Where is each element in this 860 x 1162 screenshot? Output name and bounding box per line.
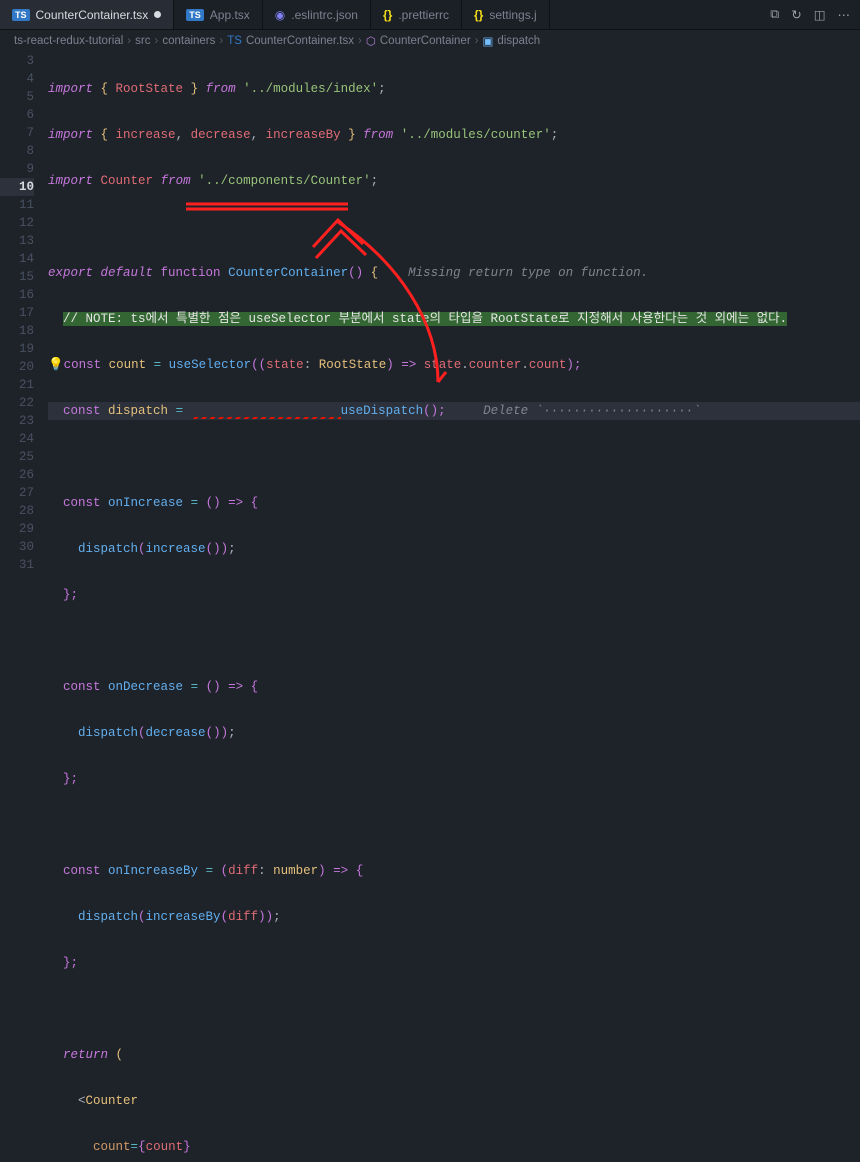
line-number: 4	[0, 70, 34, 88]
tab-label: settings.j	[489, 8, 536, 22]
code-line: export default function CounterContainer…	[48, 264, 860, 282]
typescript-badge-icon: TS	[12, 9, 30, 21]
line-number: 19	[0, 340, 34, 358]
code-line	[48, 448, 860, 466]
typescript-file-icon: TS	[227, 35, 242, 47]
tab-bar: TS CounterContainer.tsx TS App.tsx ◉ .es…	[0, 0, 860, 30]
line-number: 26	[0, 466, 34, 484]
code-line: // NOTE: ts에서 특별한 점은 useSelector 부분에서 st…	[48, 310, 860, 328]
line-number: 30	[0, 538, 34, 556]
line-number: 9	[0, 160, 34, 178]
code-line: import Counter from '../components/Count…	[48, 172, 860, 190]
code-line: };	[48, 586, 860, 604]
line-number: 10	[0, 178, 34, 196]
code-line: <Counter	[48, 1092, 860, 1110]
dirty-indicator-icon	[154, 11, 161, 18]
eslint-icon: ◉	[275, 8, 285, 22]
code-line: return (	[48, 1046, 860, 1064]
line-number: 22	[0, 394, 34, 412]
code-line: dispatch(increase());	[48, 540, 860, 558]
tab-settings[interactable]: {} settings.j	[462, 0, 550, 29]
code-line: dispatch(increaseBy(diff));	[48, 908, 860, 926]
code-line: };	[48, 770, 860, 788]
symbol-variable-icon: ▣	[483, 34, 494, 48]
tab-eslintrc[interactable]: ◉ .eslintrc.json	[263, 0, 371, 29]
line-number: 17	[0, 304, 34, 322]
code-line: import { RootState } from '../modules/in…	[48, 80, 860, 98]
line-number: 3	[0, 52, 34, 70]
line-number: 20	[0, 358, 34, 376]
line-number: 12	[0, 214, 34, 232]
line-number: 5	[0, 88, 34, 106]
line-number: 21	[0, 376, 34, 394]
line-number: 14	[0, 250, 34, 268]
editor-actions: ⧉ ↻ ◫ ⋯	[760, 0, 860, 29]
code-line: 💡const count = useSelector((state: RootS…	[48, 356, 860, 374]
line-number: 31	[0, 556, 34, 574]
more-actions-icon[interactable]: ⋯	[838, 7, 851, 22]
breadcrumb-item[interactable]: CounterContainer.tsx	[246, 35, 354, 47]
tab-label: CounterContainer.tsx	[36, 8, 149, 22]
breadcrumb: ts-react-redux-tutorial› src› containers…	[0, 30, 860, 52]
code-body[interactable]: import { RootState } from '../modules/in…	[48, 52, 860, 581]
tab-prettierrc[interactable]: {} .prettierrc	[371, 0, 462, 29]
breadcrumb-item[interactable]: ts-react-redux-tutorial	[14, 35, 123, 47]
symbol-function-icon: ⬡	[366, 34, 376, 48]
error-squiggle	[191, 402, 341, 420]
code-line: const onDecrease = () => {	[48, 678, 860, 696]
breadcrumb-item[interactable]: CounterContainer	[380, 35, 471, 47]
code-line: dispatch(decrease());	[48, 724, 860, 742]
line-number: 25	[0, 448, 34, 466]
code-line	[48, 632, 860, 650]
line-number: 27	[0, 484, 34, 502]
json-icon: {}	[474, 8, 483, 22]
line-number: 23	[0, 412, 34, 430]
line-number: 24	[0, 430, 34, 448]
line-number: 6	[0, 106, 34, 124]
tab-label: App.tsx	[210, 8, 250, 22]
code-line	[48, 816, 860, 834]
typescript-badge-icon: TS	[186, 9, 204, 21]
code-editor[interactable]: 3 4 5 6 7 8 9 10 11 12 13 14 15 16 17 18…	[0, 52, 860, 581]
line-number: 28	[0, 502, 34, 520]
inline-hint: Delete `····················`	[446, 404, 701, 418]
line-number: 13	[0, 232, 34, 250]
tab-label: .prettierrc	[398, 8, 449, 22]
line-number: 18	[0, 322, 34, 340]
line-number: 16	[0, 286, 34, 304]
code-line: const onIncrease = () => {	[48, 494, 860, 512]
gutter: 3 4 5 6 7 8 9 10 11 12 13 14 15 16 17 18…	[0, 52, 48, 581]
code-line: };	[48, 954, 860, 972]
line-number: 7	[0, 124, 34, 142]
line-number: 15	[0, 268, 34, 286]
sync-icon[interactable]: ↻	[791, 7, 801, 22]
line-number: 8	[0, 142, 34, 160]
code-line: import { increase, decrease, increaseBy …	[48, 126, 860, 144]
code-line	[48, 218, 860, 236]
json-icon: {}	[383, 8, 392, 22]
inline-hint: Missing return type on function.	[378, 266, 648, 280]
code-line: count={count}	[48, 1138, 860, 1156]
lightbulb-icon[interactable]: 💡	[48, 358, 64, 372]
breadcrumb-item[interactable]: dispatch	[497, 35, 540, 47]
breadcrumb-item[interactable]: src	[135, 35, 150, 47]
split-editor-icon[interactable]: ◫	[814, 7, 826, 22]
tab-label: .eslintrc.json	[291, 8, 358, 22]
code-line: const onIncreaseBy = (diff: number) => {	[48, 862, 860, 880]
code-line-active: const dispatch = useDispatch(); Delete `…	[48, 402, 860, 420]
git-compare-icon[interactable]: ⧉	[770, 7, 779, 22]
line-number: 29	[0, 520, 34, 538]
breadcrumb-item[interactable]: containers	[162, 35, 215, 47]
tab-countercontainer[interactable]: TS CounterContainer.tsx	[0, 0, 174, 29]
code-line	[48, 1000, 860, 1018]
line-number: 11	[0, 196, 34, 214]
tab-app[interactable]: TS App.tsx	[174, 0, 263, 29]
